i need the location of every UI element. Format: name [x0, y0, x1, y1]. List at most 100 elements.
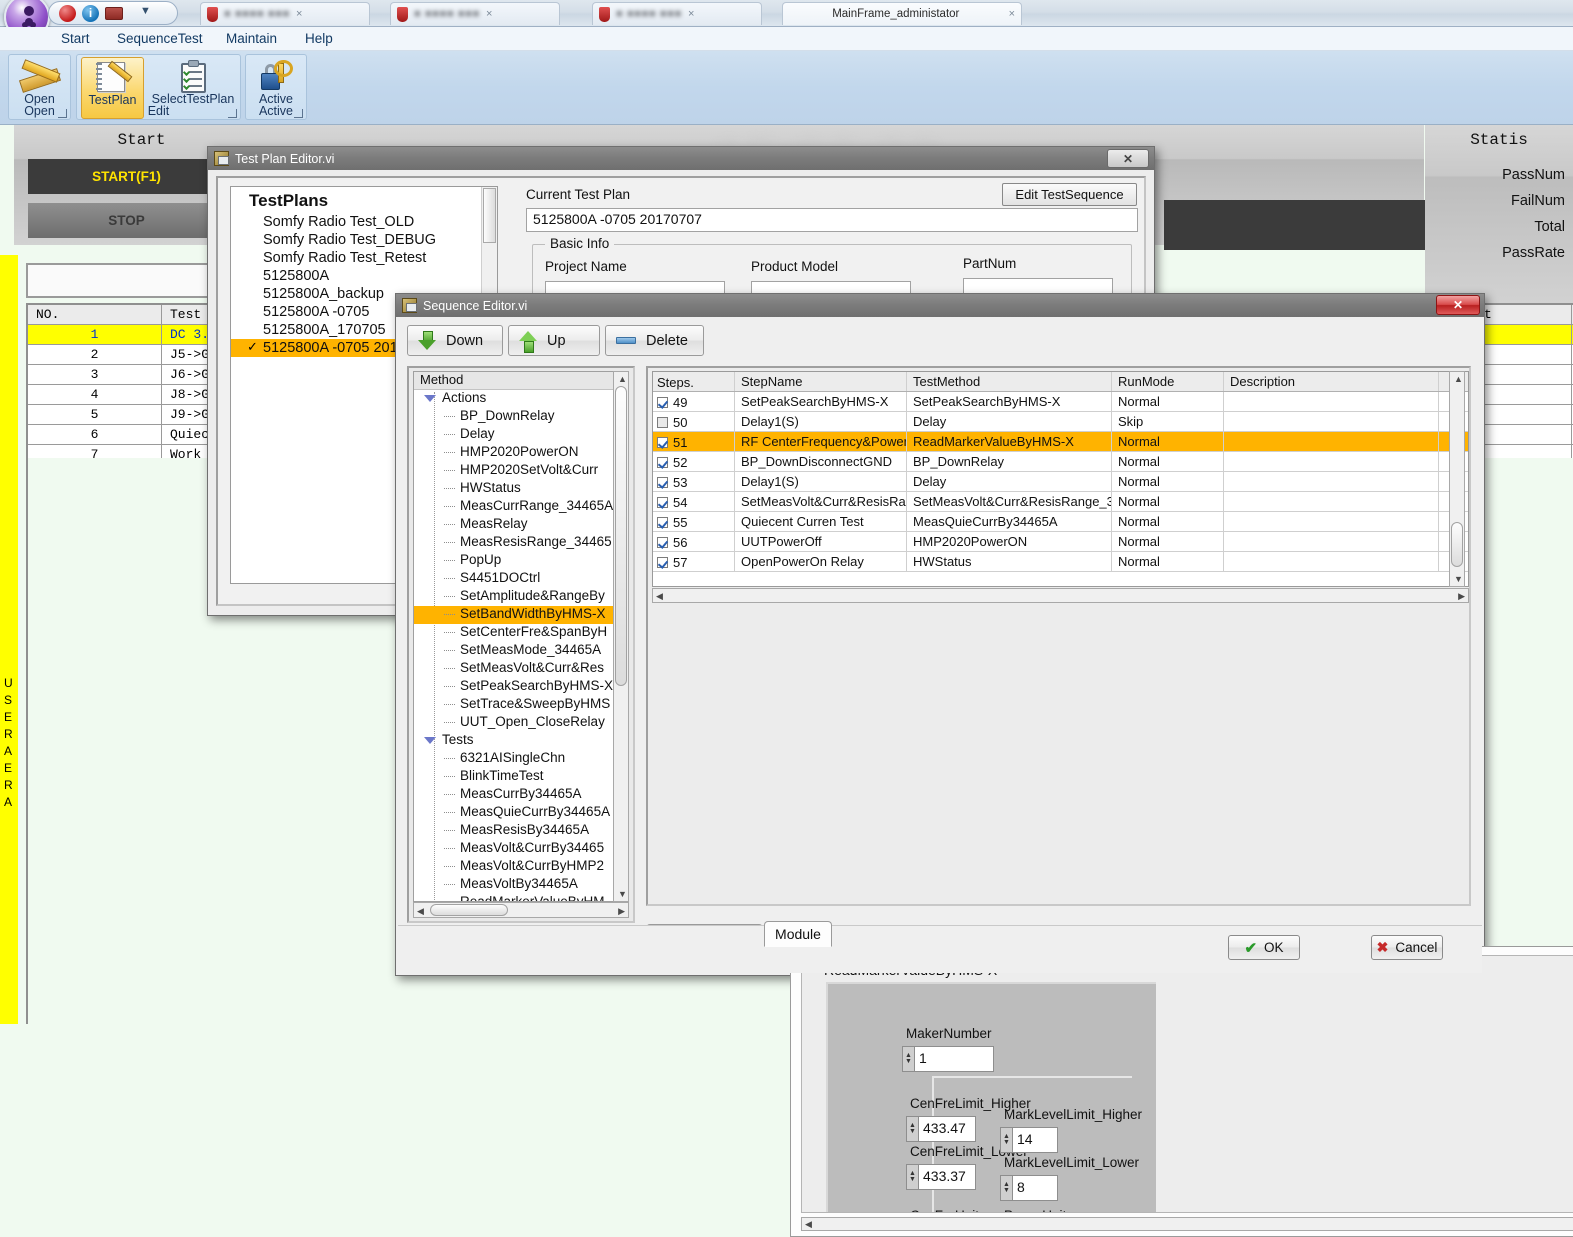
document-tab-2[interactable]: ■ ■■■■ ■■■ ×: [390, 2, 560, 25]
menu-sequencetest[interactable]: SequenceTest: [117, 31, 203, 46]
close-icon[interactable]: ×: [1009, 8, 1015, 20]
menu-maintain[interactable]: Maintain: [226, 31, 277, 46]
spinner-icon[interactable]: ▲ ▼: [906, 1164, 918, 1190]
dialog-launcher-icon[interactable]: [228, 109, 237, 118]
document-tab-1[interactable]: ■ ■■■■ ■■■ ×: [200, 2, 370, 25]
tree-item[interactable]: HMP2020SetVolt&Curr: [414, 462, 628, 480]
close-icon[interactable]: ×: [296, 8, 302, 20]
chevron-up-icon[interactable]: ▲: [618, 374, 627, 384]
tree-item[interactable]: S4451DOCtrl: [414, 570, 628, 588]
table-row[interactable]: 53 Delay1(S) Delay Normal: [653, 472, 1468, 492]
testplan-item[interactable]: Somfy Radio Test_OLD: [231, 213, 497, 231]
chevron-left-icon[interactable]: ◀: [417, 906, 424, 917]
testplan-item[interactable]: Somfy Radio Test_Retest: [231, 249, 497, 267]
expand-triangle-icon[interactable]: [424, 395, 436, 402]
testplan-item[interactable]: Somfy Radio Test_DEBUG: [231, 231, 497, 249]
makernumber-value[interactable]: 1: [914, 1046, 994, 1072]
close-button[interactable]: ✕: [1107, 149, 1149, 168]
scrollbar-thumb[interactable]: [483, 188, 496, 243]
marklevellimit-lower-value[interactable]: 8: [1012, 1175, 1058, 1201]
spinner-icon[interactable]: ▲ ▼: [902, 1046, 914, 1072]
tree-item[interactable]: BlinkTimeTest: [414, 768, 628, 786]
scrollbar-thumb[interactable]: [430, 904, 508, 916]
document-tab-active[interactable]: MainFrame_administator ×: [782, 2, 1022, 25]
table-row[interactable]: 55 Quiecent Curren Test MeasQuieCurrBy3446…: [653, 512, 1468, 532]
stop-button[interactable]: STOP: [28, 203, 225, 238]
current-test-plan-value[interactable]: 5125800A -0705 20170707: [526, 208, 1138, 232]
edit-test-sequence-button[interactable]: Edit TestSequence: [1002, 183, 1137, 206]
move-up-button[interactable]: Up: [508, 325, 600, 356]
marklevellimit-higher-value[interactable]: 14: [1012, 1127, 1058, 1153]
chevron-down-icon[interactable]: ▼: [1454, 574, 1463, 584]
tree-item[interactable]: UUT_Open_CloseRelay: [414, 714, 628, 732]
tree-item[interactable]: HMP2020PowerON: [414, 444, 628, 462]
start-button[interactable]: START(F1): [28, 159, 225, 194]
tree-group[interactable]: Tests: [414, 732, 628, 750]
menu-help[interactable]: Help: [305, 31, 333, 46]
delete-button[interactable]: Delete: [605, 325, 704, 356]
cenfrelimit-higher-stepper[interactable]: ▲ ▼ 433.47: [906, 1116, 976, 1142]
menu-start[interactable]: Start: [61, 31, 90, 46]
marklevellimit-higher-stepper[interactable]: ▲ ▼ 14: [1000, 1127, 1058, 1153]
tree-item[interactable]: HWStatus: [414, 480, 628, 498]
tree-item[interactable]: PopUp: [414, 552, 628, 570]
document-tab-3[interactable]: ■ ■■■■ ■■■ ×: [592, 2, 762, 25]
cenfrelimit-lower-value[interactable]: 433.37: [918, 1164, 976, 1190]
scrollbar-thumb[interactable]: [615, 386, 627, 686]
chevron-right-icon[interactable]: ▶: [618, 906, 625, 917]
step-enabled-checkbox[interactable]: [657, 517, 668, 528]
steps-vertical-scrollbar[interactable]: ▲ ▼: [1449, 371, 1465, 587]
tree-item[interactable]: MeasVoltBy34465A: [414, 876, 628, 894]
record-icon[interactable]: [59, 4, 76, 22]
step-enabled-checkbox[interactable]: [657, 437, 668, 448]
step-enabled-checkbox[interactable]: [657, 537, 668, 548]
test-plan-editor-titlebar[interactable]: Test Plan Editor.vi ✕: [208, 147, 1154, 170]
table-row[interactable]: 52 BP_DownDisconnectGND BP_DownRelay Normal: [653, 452, 1468, 472]
makernumber-stepper[interactable]: ▲ ▼ 1: [902, 1046, 994, 1072]
chevron-left-icon[interactable]: ◀: [805, 1219, 812, 1230]
step-enabled-checkbox[interactable]: [657, 457, 668, 468]
marklevellimit-lower-stepper[interactable]: ▲ ▼ 8: [1000, 1175, 1058, 1201]
move-down-button[interactable]: Down: [407, 325, 503, 356]
tree-item[interactable]: MeasQuieCurrBy34465A: [414, 804, 628, 822]
method-tree-horizontal-scrollbar[interactable]: ◀ ▶: [413, 902, 629, 918]
chevron-up-icon[interactable]: ▲: [1454, 374, 1463, 384]
table-row[interactable]: 50 Delay1(S) Delay Skip: [653, 412, 1468, 432]
steps-horizontal-scrollbar[interactable]: ◀ ▶: [652, 588, 1469, 603]
book-icon[interactable]: [105, 6, 123, 20]
table-row[interactable]: 54 SetMeasVolt&Curr&ResisRan SetMeasVolt&C…: [653, 492, 1468, 512]
module-horizontal-scrollbar[interactable]: ◀ ▶: [801, 1217, 1573, 1231]
table-row[interactable]: 51 RF CenterFrequency&Power ReadMarkerVal…: [653, 432, 1468, 452]
step-enabled-checkbox[interactable]: [657, 497, 668, 508]
spinner-icon[interactable]: ▲ ▼: [906, 1116, 918, 1142]
tree-item[interactable]: MeasRelay: [414, 516, 628, 534]
tree-item[interactable]: SetPeakSearchByHMS-X: [414, 678, 628, 696]
sequence-editor-titlebar[interactable]: Sequence Editor.vi ✕: [396, 294, 1484, 317]
tree-item[interactable]: SetBandWidthByHMS-X: [414, 606, 628, 624]
scrollbar-thumb[interactable]: [1451, 522, 1463, 567]
info-icon[interactable]: i: [82, 4, 99, 22]
spinner-icon[interactable]: ▲ ▼: [1000, 1127, 1012, 1153]
close-icon[interactable]: ×: [486, 8, 492, 20]
tree-item[interactable]: ReadMarkerValueByHM: [414, 894, 628, 901]
tree-item[interactable]: 6321AISingleChn: [414, 750, 628, 768]
chevron-right-icon[interactable]: ▶: [1458, 591, 1465, 602]
tree-item[interactable]: BP_DownRelay: [414, 408, 628, 426]
dialog-launcher-icon[interactable]: [294, 109, 303, 118]
tree-item[interactable]: SetTrace&SweepByHMS: [414, 696, 628, 714]
expand-triangle-icon[interactable]: [424, 737, 436, 744]
tree-item[interactable]: MeasVolt&CurrByHMP2: [414, 858, 628, 876]
tree-item[interactable]: SetAmplitude&RangeBy: [414, 588, 628, 606]
cenfrelimit-lower-stepper[interactable]: ▲ ▼ 433.37: [906, 1164, 976, 1190]
chevron-down-icon[interactable]: ▼: [618, 889, 627, 899]
step-enabled-checkbox[interactable]: [657, 477, 668, 488]
chevron-down-icon[interactable]: ▼: [140, 5, 151, 17]
tree-item[interactable]: MeasCurrBy34465A: [414, 786, 628, 804]
tree-item[interactable]: SetMeasVolt&Curr&Res: [414, 660, 628, 678]
tree-item[interactable]: Delay: [414, 426, 628, 444]
step-enabled-checkbox[interactable]: [657, 557, 668, 568]
cancel-button[interactable]: ✖ Cancel: [1371, 935, 1443, 960]
tree-item[interactable]: MeasResisBy34465A: [414, 822, 628, 840]
tree-item[interactable]: MeasResisRange_34465: [414, 534, 628, 552]
testplan-item[interactable]: 5125800A: [231, 267, 497, 285]
